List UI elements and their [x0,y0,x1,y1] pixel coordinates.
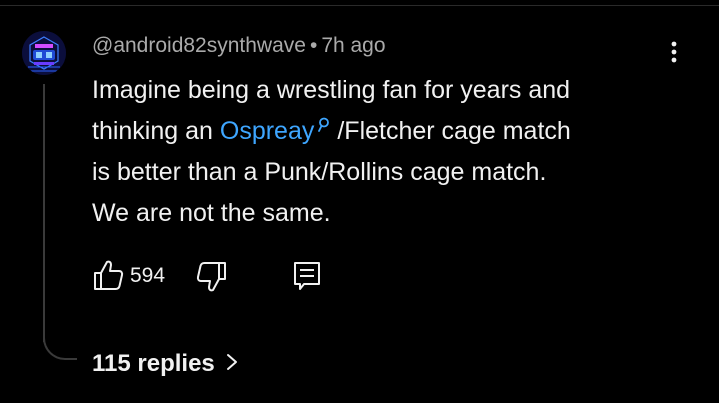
chevron-right-icon [226,354,237,370]
top-divider [0,5,719,6]
thread-curve [43,330,77,360]
thumbs-down-icon[interactable] [196,260,228,294]
comment-text: Imagine being a wrestling fan for years … [92,70,682,234]
thread-line [43,84,45,342]
reply-icon[interactable] [292,260,322,292]
more-vertical-icon[interactable] [664,38,684,66]
comment-line-2-start: thinking an [92,117,220,145]
avatar-image [22,31,66,75]
comment-line-2-end: /Fletcher cage match [337,117,571,145]
meta-separator: • [309,34,318,57]
avatar[interactable] [22,31,66,75]
comment-line-2: thinking an Ospreay/Fletcher cage match [92,111,682,152]
comment-line-3: is better than a Punk/Rollins cage match… [92,158,547,186]
search-link-icon[interactable] [317,117,331,133]
like-count: 594 [130,264,166,287]
comment-line-4: We are not the same. [92,199,331,227]
comment-time: 7h ago [321,34,386,57]
author-name[interactable]: @android82synthwave [92,34,306,57]
comment-meta: @android82synthwave • 7h ago [92,34,386,58]
thumbs-up-icon[interactable] [92,258,124,292]
replies-label: 115 replies [92,350,215,377]
replies-button[interactable]: 115 replies [92,350,239,378]
search-link[interactable]: Ospreay [220,117,314,145]
comment-line-1: Imagine being a wrestling fan for years … [92,76,571,104]
